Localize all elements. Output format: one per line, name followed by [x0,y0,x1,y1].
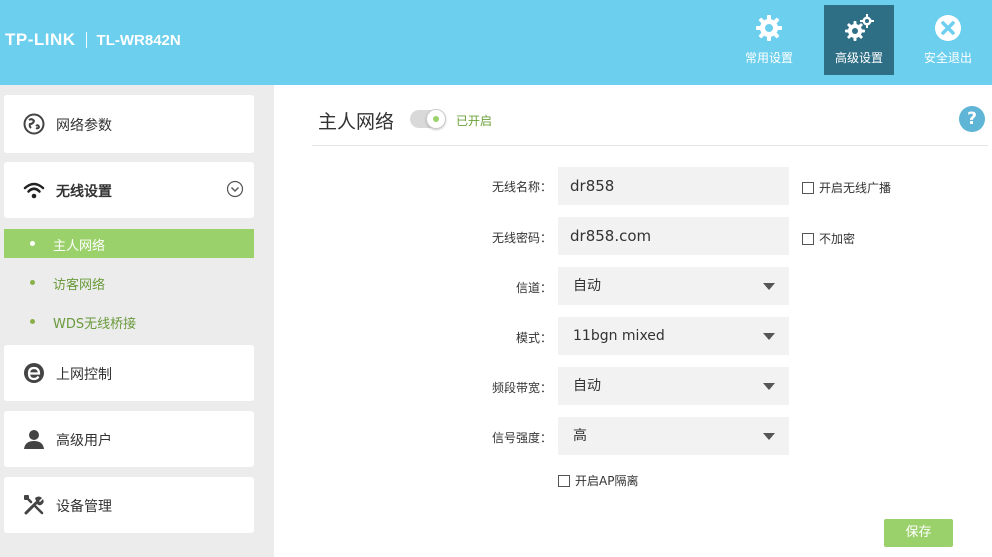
checkbox-label: 不加密 [819,232,856,246]
mode-select[interactable]: 11bgn mixed [558,317,789,355]
wireless-toggle[interactable] [410,109,446,129]
mode-label: 模式： [515,331,552,345]
ssid-label: 无线名称： [491,180,552,194]
close-circle-icon [935,15,961,41]
nav-label: 安全退出 [923,51,972,65]
dropdown-arrow-icon [763,333,775,340]
help-button[interactable]: ? [959,106,985,132]
checkbox-box[interactable] [802,181,814,194]
nav-advanced-settings[interactable]: 高级设置 [824,5,894,75]
sidebar-subitem-wds-bridge[interactable]: WDS无线桥接 [4,307,254,336]
brand-divider [85,32,87,48]
wifi-icon [23,182,45,199]
dropdown-arrow-icon [763,433,775,440]
toggle-knob [426,109,446,129]
select-value: 高 [573,428,587,444]
dropdown-arrow-icon [763,383,775,390]
select-value: 自动 [573,278,601,294]
ie-icon [24,363,44,383]
sidebar-item-label: 网络参数 [56,118,112,134]
globe-icon [23,113,45,135]
sidebar-item-network[interactable]: 网络参数 [4,95,254,153]
sidebar-item-label: 无线设置 [56,184,112,200]
password-input[interactable]: dr858.com [558,217,789,255]
checkbox-label: 开启AP隔离 [575,474,639,488]
tools-icon [24,495,44,515]
dropdown-arrow-icon [763,283,775,290]
sidebar-subitem-host-network[interactable]: 主人网络 [4,229,254,258]
subitem-label: 访客网络 [53,278,106,293]
nav-common-settings[interactable]: 常用设置 [734,5,804,75]
bullet-icon [30,319,35,324]
broadcast-checkbox[interactable]: 开启无线广播 [802,179,891,196]
nav-logout[interactable]: 安全退出 [913,5,983,75]
sidebar-item-label: 高级用户 [56,433,112,449]
top-header: TP-LINK TL-WR842N 常用设置 高级设置 安全退出 [0,0,992,85]
bandwidth-select[interactable]: 自动 [558,367,789,405]
ssid-input[interactable]: dr858 [558,167,789,205]
page-title: 主人网络 [318,111,395,133]
main-panel: 主人网络 已开启 ? 无线名称： dr858 开启无线广播 无线密码： dr85… [274,85,992,557]
sidebar-subitem-guest-network[interactable]: 访客网络 [4,268,254,297]
nav-label: 高级设置 [834,51,883,65]
channel-label: 信道： [515,281,552,295]
gears-icon [845,14,874,41]
sidebar-item-device-management[interactable]: 设备管理 [4,477,254,533]
sidebar: 网络参数 无线设置 主人网络 访客网络 WDS无线桥接 上网控制 高级用户 设备… [0,85,274,557]
signal-label: 信号强度： [491,431,552,445]
subitem-label: WDS无线桥接 [53,317,137,332]
nav-label: 常用设置 [744,51,793,65]
bullet-icon [30,280,35,285]
save-button[interactable]: 保存 [884,519,953,547]
signal-select[interactable]: 高 [558,417,789,455]
toggle-status: 已开启 [456,114,493,128]
brand: TP-LINK TL-WR842N [5,30,181,50]
select-value: 11bgn mixed [573,328,665,344]
gear-icon [756,15,782,41]
checkbox-box[interactable] [802,232,814,245]
ap-isolation-checkbox[interactable]: 开启AP隔离 [558,472,638,489]
sidebar-item-advanced-user[interactable]: 高级用户 [4,411,254,467]
sidebar-item-label: 上网控制 [56,367,112,383]
subitem-label: 主人网络 [53,239,106,254]
checkbox-box[interactable] [558,474,570,487]
password-label: 无线密码： [491,231,552,245]
sidebar-item-access-control[interactable]: 上网控制 [4,345,254,401]
divider [312,145,988,146]
model-name: TL-WR842N [96,31,181,49]
no-encrypt-checkbox[interactable]: 不加密 [802,230,855,247]
bullet-icon [30,241,35,246]
brand-logo: TP-LINK [5,30,76,49]
chevron-down-icon[interactable] [226,180,244,198]
checkbox-label: 开启无线广播 [819,181,892,195]
sidebar-item-wireless[interactable]: 无线设置 [4,162,254,218]
channel-select[interactable]: 自动 [558,267,789,305]
user-icon [24,430,44,449]
sidebar-item-label: 设备管理 [56,499,112,515]
bandwidth-label: 频段带宽： [491,381,552,395]
select-value: 自动 [573,378,601,394]
